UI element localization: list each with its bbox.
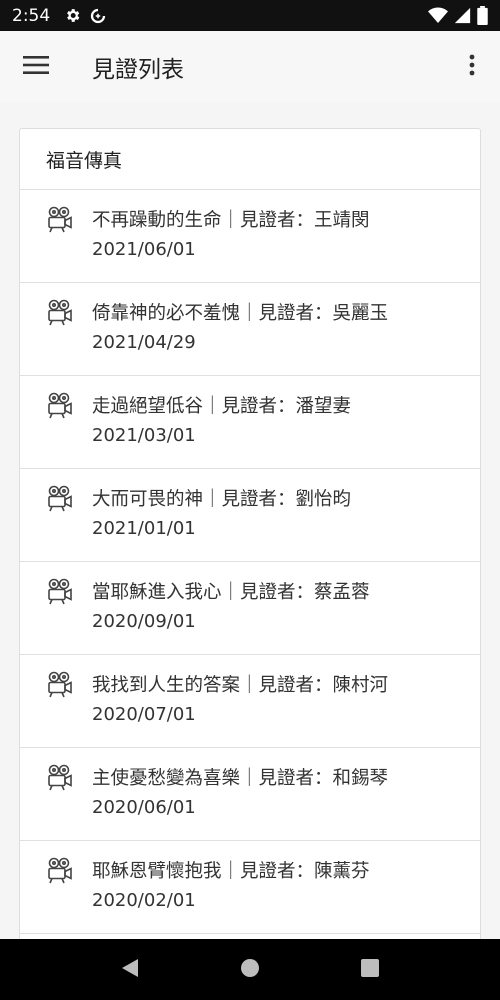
app-bar: 見證列表 [0,31,500,103]
item-title: 走過絕望低谷｜見證者：潘望妻 [92,396,352,417]
wifi-icon [428,7,448,24]
list-item[interactable]: 我找到人生的答案｜見證者：陳村河 2020/07/01 [20,655,480,748]
film-camera-icon [45,763,73,791]
page-title: 見證列表 [92,57,184,83]
content-area[interactable]: 福音傳真 不再躁動的生命｜見證者：王靖閔 2021/06/01 倚靠神的必不羞愧… [0,103,500,939]
item-title: 主使憂愁變為喜樂｜見證者：和錫琴 [92,768,389,789]
item-date: 2020/09/01 [92,611,196,632]
system-nav-bar [0,939,500,1000]
film-camera-icon [45,856,73,884]
status-time: 2:54 [12,5,51,26]
item-date: 2020/07/01 [92,704,196,725]
film-camera-icon [45,577,73,605]
item-date: 2021/01/01 [92,518,196,539]
item-title: 大而可畏的神｜見證者：劉怡昀 [92,489,352,510]
more-options-button[interactable] [444,31,500,103]
film-camera-icon [45,391,73,419]
more-vert-icon [469,54,475,80]
recents-button[interactable] [350,950,390,990]
list-item[interactable]: 大而可畏的神｜見證者：劉怡昀 2021/01/01 [20,469,480,562]
film-camera-icon [45,298,73,326]
list-item[interactable]: 耶穌恩臂懷抱我｜見證者：陳薰芬 2020/02/01 [20,841,480,934]
status-right-group [422,6,488,25]
item-title: 當耶穌進入我心｜見證者：蔡孟蓉 [92,582,370,603]
testimony-card: 福音傳真 不再躁動的生命｜見證者：王靖閔 2021/06/01 倚靠神的必不羞愧… [19,128,481,939]
item-date: 2021/04/29 [92,332,196,353]
item-title: 耶穌恩臂懷抱我｜見證者：陳薰芬 [92,861,370,882]
item-date: 2020/02/01 [92,890,196,911]
film-camera-icon [45,205,73,233]
list-item[interactable]: 主使憂愁變為喜樂｜見證者：和錫琴 2020/06/01 [20,748,480,841]
menu-icon [23,55,49,79]
gear-icon [64,7,81,24]
list-item[interactable]: 倚靠神的必不羞愧｜見證者：吳麗玉 2021/04/29 [20,283,480,376]
film-camera-icon [45,670,73,698]
menu-button[interactable] [0,31,72,103]
list-item[interactable]: 不再躁動的生命｜見證者：王靖閔 2021/06/01 [20,190,480,283]
item-date: 2020/06/01 [92,797,196,818]
signal-icon [454,7,471,24]
list-item[interactable]: 當耶穌進入我心｜見證者：蔡孟蓉 2020/09/01 [20,562,480,655]
home-icon [240,958,260,982]
back-icon [120,957,140,983]
item-title: 不再躁動的生命｜見證者：王靖閔 [92,210,370,231]
data-saver-icon [89,7,107,25]
item-date: 2021/06/01 [92,239,196,260]
home-button[interactable] [230,950,270,990]
film-camera-icon [45,484,73,512]
item-title: 我找到人生的答案｜見證者：陳村河 [92,675,389,696]
item-title: 倚靠神的必不羞愧｜見證者：吳麗玉 [92,303,389,324]
list-item[interactable]: 走過絕望低谷｜見證者：潘望妻 2021/03/01 [20,376,480,469]
recents-icon [361,958,379,981]
item-date: 2021/03/01 [92,425,196,446]
card-header: 福音傳真 [20,129,480,190]
back-button[interactable] [110,950,150,990]
status-bar: 2:54 [0,0,500,31]
battery-icon [477,6,488,25]
